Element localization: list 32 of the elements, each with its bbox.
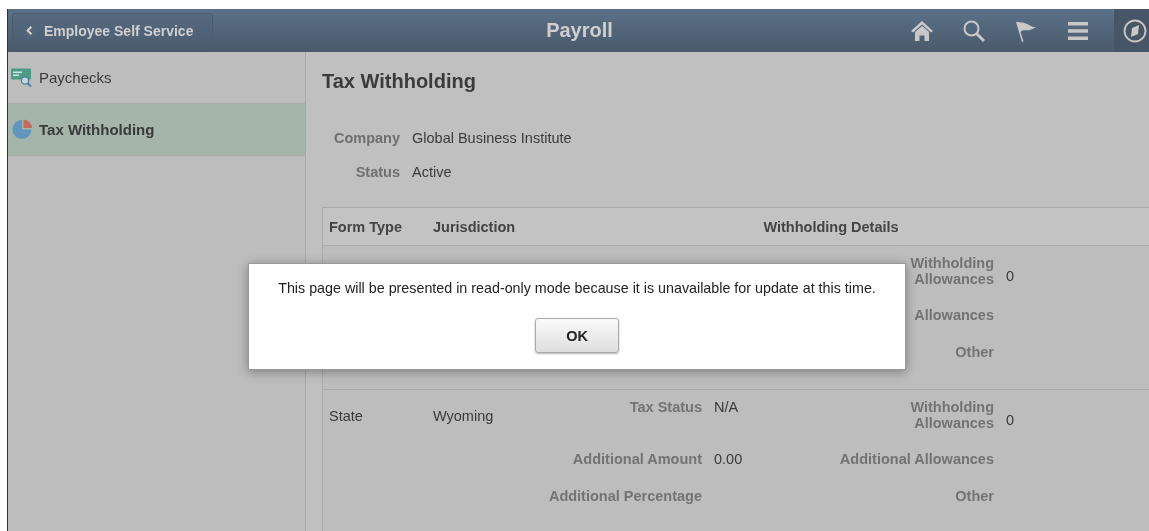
detail-label: Tax Status	[629, 399, 702, 415]
column-header: Withholding Details	[762, 218, 900, 235]
page-title: Payroll	[546, 19, 613, 42]
section-title: Tax Withholding	[322, 70, 477, 93]
table-cell-text: State	[328, 407, 364, 424]
field-value: Global Business Institute	[412, 130, 572, 146]
column-header: Jurisdiction	[432, 218, 517, 235]
ok-button[interactable]: OK	[535, 318, 619, 353]
column-header: Form Type	[328, 218, 404, 235]
field-label: Status	[354, 164, 400, 180]
detail-label: Allowances	[914, 307, 994, 323]
dialog-message: This page will be presented in read-only mode because it is unavailable for update at this time.	[278, 280, 876, 296]
home-icon[interactable]	[910, 18, 934, 43]
detail-label: Additional Amount	[572, 451, 702, 467]
paycheck-icon	[11, 67, 33, 88]
pie-chart-icon	[11, 119, 33, 140]
detail-value: 0.00	[713, 451, 744, 467]
detail-label: Withholding Allowances	[909, 255, 994, 287]
detail-value: N/A	[713, 399, 740, 415]
detail-value: 0	[1005, 268, 1016, 284]
detail-label: Other	[955, 344, 994, 360]
search-icon[interactable]	[962, 18, 986, 43]
detail-label: Additional Percentage	[548, 488, 702, 504]
detail-label: Additional Allowances	[839, 451, 994, 467]
field-label: Company	[332, 130, 400, 146]
field-value: Active	[412, 164, 453, 180]
compass-icon[interactable]	[1123, 18, 1147, 43]
sidebar-item[interactable]: Tax Withholding	[8, 104, 305, 156]
detail-value: 0	[1005, 412, 1016, 428]
detail-label: Withholding Allowances	[909, 399, 994, 431]
table-cell-text: Wyoming	[432, 407, 495, 424]
detail-label: Other	[955, 488, 994, 504]
